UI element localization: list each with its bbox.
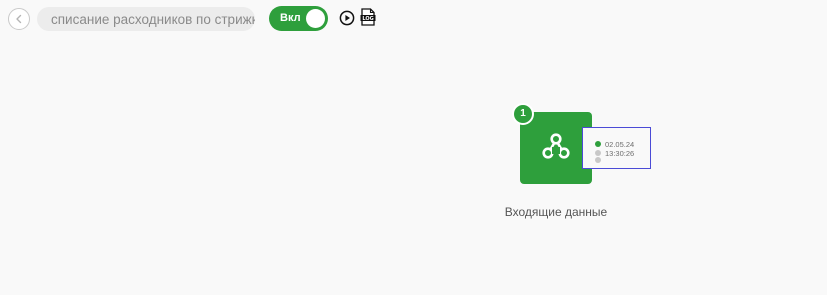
- play-circle-icon: [339, 10, 355, 26]
- log-button[interactable]: LOG: [360, 8, 376, 26]
- toggle-label: Вкл: [280, 12, 301, 24]
- enabled-toggle[interactable]: Вкл: [269, 6, 328, 31]
- scenario-name-input[interactable]: [37, 7, 255, 31]
- idle-dot-icon: [595, 150, 601, 156]
- log-icon-text: LOG: [362, 16, 373, 22]
- toolbar: Вкл LOG: [0, 0, 827, 40]
- success-dot-icon: [595, 141, 601, 147]
- chevron-left-icon: [14, 14, 24, 24]
- idle-dot-icon: [595, 157, 601, 163]
- status-time: 13:30:26: [605, 149, 635, 158]
- log-file-icon: LOG: [360, 8, 376, 26]
- webhook-icon: [538, 129, 574, 165]
- node-status-box[interactable]: 02.05.24 13:30:26: [582, 127, 651, 169]
- run-button[interactable]: [339, 10, 355, 26]
- toggle-knob: [306, 9, 325, 28]
- node-label: Входящие данные: [504, 205, 608, 219]
- back-button[interactable]: [8, 8, 30, 30]
- node-order-badge: 1: [512, 103, 534, 125]
- status-date: 02.05.24: [605, 140, 635, 149]
